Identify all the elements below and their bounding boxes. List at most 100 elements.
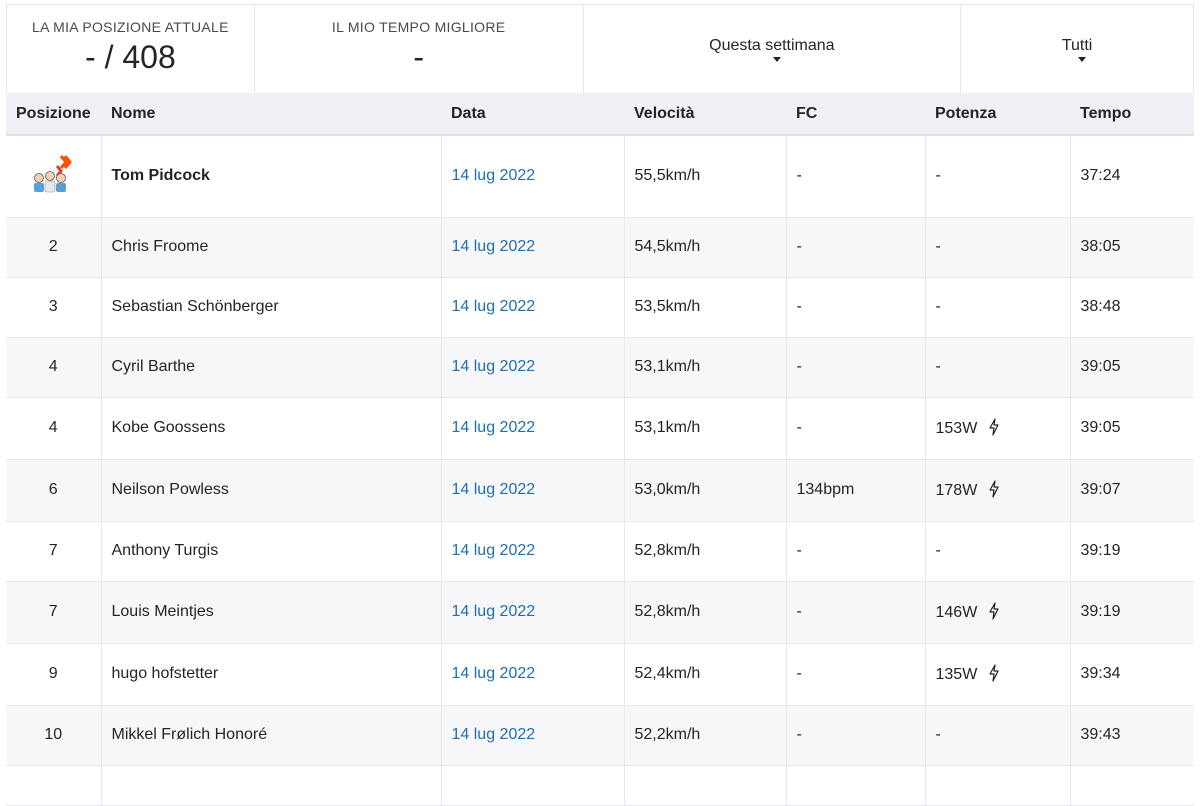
my-position-stat: LA MIA POSIZIONE ATTUALE - / 408	[7, 5, 255, 93]
speed-cell: 53,5km/h	[623, 277, 786, 338]
lightning-bolt-icon	[989, 480, 999, 498]
table-row: 3 Sebastian Schönberger 14 lug 2022 53,5…	[6, 277, 1194, 338]
athlete-name-link[interactable]: Chris Froome	[100, 217, 441, 278]
header-speed[interactable]: Velocità	[624, 93, 786, 136]
power-value: 153W	[935, 420, 978, 437]
speed-cell: 53,1km/h	[623, 397, 786, 460]
hr-cell: -	[785, 135, 925, 218]
power-value: -	[935, 358, 941, 375]
activity-date-link[interactable]: 14 lug 2022	[452, 481, 536, 498]
rank-cell: 4	[6, 397, 101, 460]
activity-date-link[interactable]: 14 lug 2022	[452, 298, 536, 315]
date-cell: 14 lug 2022	[440, 337, 624, 398]
power-value: -	[935, 238, 941, 255]
power-cell: 146W	[924, 581, 1070, 644]
hr-cell: -	[785, 217, 925, 278]
my-best-time-value: -	[413, 39, 424, 75]
date-cell: 14 lug 2022	[440, 521, 624, 582]
lightning-bolt-icon	[989, 418, 999, 436]
table-row: 7 Anthony Turgis 14 lug 2022 52,8km/h - …	[6, 521, 1194, 582]
header-name[interactable]: Nome	[101, 93, 441, 136]
rank-cell: 7	[6, 581, 101, 644]
power-value: 146W	[935, 604, 978, 621]
caret-down-icon	[1078, 56, 1087, 62]
header-hr[interactable]: FC	[786, 93, 925, 136]
leaderboard-table: Posizione Nome Data Velocità FC Potenza …	[6, 93, 1194, 806]
power-value: -	[935, 167, 941, 185]
athlete-name-link[interactable]: Neilson Powless	[100, 459, 441, 522]
group-filter-label: Tutti	[1061, 36, 1093, 54]
header-time[interactable]: Tempo	[1070, 93, 1194, 136]
date-cell: 14 lug 2022	[440, 459, 624, 522]
hr-cell: 134bpm	[785, 459, 925, 522]
hr-cell: -	[785, 397, 925, 460]
my-best-time-stat: IL MIO TEMPO MIGLIORE -	[255, 5, 584, 93]
table-row: 7 Louis Meintjes 14 lug 2022 52,8km/h - …	[6, 581, 1194, 644]
activity-date-link[interactable]: 14 lug 2022	[452, 419, 536, 436]
power-value: -	[935, 542, 941, 559]
header-date[interactable]: Data	[441, 93, 624, 136]
power-cell: -	[924, 705, 1070, 766]
activity-date-link[interactable]: 14 lug 2022	[452, 665, 536, 682]
power-value: -	[935, 726, 941, 743]
athlete-name-link[interactable]: Mikkel Frølich Honoré	[100, 705, 441, 766]
activity-date-link[interactable]: 14 lug 2022	[452, 726, 536, 743]
leaderboard-stats: LA MIA POSIZIONE ATTUALE - / 408 IL MIO …	[6, 4, 1194, 93]
rank-cell: 4	[6, 337, 101, 398]
hr-cell: -	[785, 705, 925, 766]
activity-date-link[interactable]: 14 lug 2022	[452, 542, 536, 559]
activity-date-link[interactable]: 14 lug 2022	[452, 238, 536, 255]
athlete-name-link[interactable]: Louis Meintjes	[100, 581, 441, 644]
date-cell: 14 lug 2022	[440, 135, 624, 218]
power-cell: 178W	[924, 459, 1070, 522]
table-row: 2 Chris Froome 14 lug 2022 54,5km/h - - …	[6, 217, 1194, 278]
table-row: Tom Pidcock 14 lug 2022 55,5km/h - - 37:…	[6, 135, 1194, 218]
rank-cell: 2	[6, 217, 101, 278]
header-rank[interactable]: Posizione	[6, 93, 101, 136]
power-value: 135W	[935, 666, 978, 683]
my-position-label: LA MIA POSIZIONE ATTUALE	[32, 19, 229, 35]
rank-cell: 10	[6, 705, 101, 766]
athlete-name-link[interactable]: Anthony Turgis	[100, 521, 441, 582]
rank-cell	[6, 765, 101, 806]
header-power[interactable]: Potenza	[925, 93, 1070, 136]
rank-cell: 9	[6, 643, 101, 706]
power-value: 178W	[935, 482, 978, 499]
time-cell: 37:24	[1069, 135, 1194, 218]
athlete-name-link[interactable]: hugo hofstetter	[100, 643, 441, 706]
rank-cell	[6, 135, 101, 218]
activity-date-link[interactable]: 14 lug 2022	[452, 167, 536, 184]
athlete-name-link[interactable]: Cyril Barthe	[100, 337, 441, 398]
athlete-name-link[interactable]: Tom Pidcock	[100, 135, 441, 218]
my-best-time-label: IL MIO TEMPO MIGLIORE	[331, 19, 506, 35]
power-cell: 153W	[924, 397, 1070, 460]
time-cell: 38:48	[1069, 277, 1194, 338]
time-cell: 39:05	[1069, 397, 1194, 460]
hr-cell: -	[785, 337, 925, 398]
rank-cell: 7	[6, 521, 101, 582]
athlete-name-link[interactable]: Sebastian Schönberger	[100, 277, 441, 338]
athlete-name-link[interactable]: Kobe Goossens	[100, 397, 441, 460]
date-cell	[440, 765, 624, 806]
time-cell: 39:05	[1069, 337, 1194, 398]
power-cell: 135W	[924, 643, 1070, 706]
time-cell	[1069, 765, 1194, 806]
group-filter-dropdown[interactable]: Tutti	[961, 5, 1194, 93]
speed-cell: 53,1km/h	[623, 337, 786, 398]
period-filter-dropdown[interactable]: Questa settimana	[584, 5, 962, 93]
hr-cell: -	[785, 581, 925, 644]
date-cell: 14 lug 2022	[440, 705, 624, 766]
activity-date-link[interactable]: 14 lug 2022	[452, 603, 536, 620]
speed-cell: 52,2km/h	[623, 705, 786, 766]
table-row	[6, 765, 1194, 806]
speed-cell	[623, 765, 786, 806]
power-cell: -	[924, 217, 1070, 278]
caret-down-icon	[772, 56, 781, 62]
activity-date-link[interactable]: 14 lug 2022	[452, 358, 536, 375]
power-cell: -	[924, 277, 1070, 338]
hr-cell	[785, 765, 925, 806]
speed-cell: 52,8km/h	[623, 581, 786, 644]
table-row: 6 Neilson Powless 14 lug 2022 53,0km/h 1…	[6, 459, 1194, 522]
speed-cell: 52,8km/h	[623, 521, 786, 582]
hr-cell: -	[785, 277, 925, 338]
